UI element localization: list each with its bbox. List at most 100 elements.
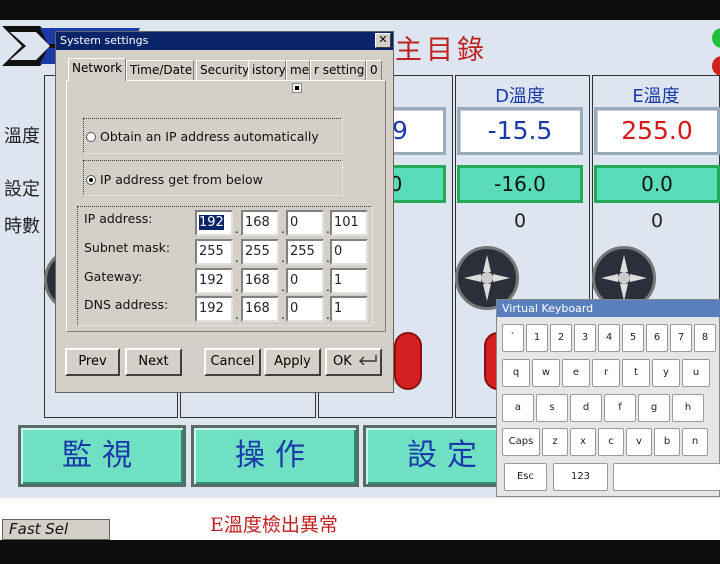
key-space[interactable] <box>613 463 720 491</box>
setpoint-e[interactable]: 0.0 <box>594 165 720 203</box>
ip-dot: . <box>235 251 239 265</box>
dns-octet-2[interactable]: 168 <box>241 296 279 322</box>
key-1[interactable]: 1 <box>526 324 548 352</box>
radio-obtain-auto[interactable]: Obtain an IP address automatically <box>86 129 319 144</box>
key-z[interactable]: z <box>542 428 568 456</box>
dns-octet-4[interactable]: 1 <box>330 296 368 322</box>
close-icon[interactable]: ✕ <box>375 33 391 48</box>
key-t[interactable]: t <box>622 359 650 387</box>
key-d[interactable]: d <box>570 394 602 422</box>
key-5[interactable]: 5 <box>622 324 644 352</box>
key-r[interactable]: r <box>592 359 620 387</box>
prev-button[interactable]: Prev <box>65 348 120 376</box>
dialog-title: System settings <box>56 32 393 50</box>
temperature-value-e: 255.0 <box>594 107 720 155</box>
system-settings-dialog: System settings ✕ Network Time/Date Secu… <box>55 31 394 393</box>
monitor-button[interactable]: 監視 <box>18 425 186 487</box>
tab-history[interactable]: istory <box>248 60 286 80</box>
subnet-octet-2[interactable]: 255 <box>241 239 279 265</box>
tab-network[interactable]: Network <box>68 58 126 81</box>
alarm-message: E溫度檢出異常 <box>210 514 338 536</box>
status-led-red <box>712 56 720 76</box>
row-label-setting: 設定 <box>4 179 40 200</box>
tab-security[interactable]: Security <box>196 60 250 80</box>
next-button[interactable]: Next <box>125 348 182 376</box>
setpoint-d[interactable]: -16.0 <box>457 165 583 203</box>
enter-key-icon <box>358 355 377 366</box>
gateway-octet-1[interactable]: 192 <box>195 268 233 294</box>
subnet-octet-4[interactable]: 0 <box>330 239 368 265</box>
key-a[interactable]: a <box>502 394 534 422</box>
key-7[interactable]: 7 <box>670 324 692 352</box>
fast-select-button[interactable]: Fast Sel <box>2 519 110 540</box>
ip-octet-3[interactable]: 0 <box>286 210 324 236</box>
key-b[interactable]: b <box>654 428 680 456</box>
virtual-keyboard: Virtual Keyboard Esc 123 ` 1 2 3 4 5 6 7 8 q w e r t y… <box>496 299 720 497</box>
hours-value-d: 0 <box>513 210 527 232</box>
key-6[interactable]: 6 <box>646 324 668 352</box>
ip-dot: . <box>281 222 285 236</box>
radio-button-selected-icon <box>86 175 96 185</box>
column-header-d: D溫度 <box>495 86 545 107</box>
subnet-mask-label: Subnet mask: <box>84 240 171 255</box>
ip-dot: . <box>281 280 285 294</box>
gateway-octet-3[interactable]: 0 <box>286 268 324 294</box>
key-caps[interactable]: Caps <box>502 428 540 456</box>
ip-dot: . <box>235 280 239 294</box>
radio-manual-ip[interactable]: IP address get from below <box>86 172 263 187</box>
apply-button[interactable]: Apply <box>264 348 321 376</box>
key-v[interactable]: v <box>626 428 652 456</box>
key-q[interactable]: q <box>502 359 530 387</box>
key-g[interactable]: g <box>638 394 670 422</box>
ip-dot: . <box>235 222 239 236</box>
ip-octet-2[interactable]: 168 <box>241 210 279 236</box>
subnet-octet-1[interactable]: 255 <box>195 239 233 265</box>
ok-button[interactable]: OK <box>325 348 382 376</box>
ip-dot: . <box>235 308 239 322</box>
operate-button[interactable]: 操作 <box>191 425 359 487</box>
key-8[interactable]: 8 <box>694 324 716 352</box>
tab-other[interactable]: 0 <box>366 60 382 80</box>
temperature-value-d: -15.5 <box>457 107 583 155</box>
tab-time-date[interactable]: Time/Date <box>126 60 194 80</box>
key-c[interactable]: c <box>598 428 624 456</box>
key-2[interactable]: 2 <box>550 324 572 352</box>
ip-octet-4[interactable]: 101 <box>330 210 368 236</box>
gateway-octet-4[interactable]: 1 <box>330 268 368 294</box>
page-title: 主目錄 <box>395 35 488 66</box>
ip-address-label: IP address: <box>84 211 153 226</box>
hmi-screen: 主目錄 溫度 設定 時數 度 .9 0 D溫度 -15.5 -16.0 0 E溫… <box>0 0 720 564</box>
key-h[interactable]: h <box>672 394 704 422</box>
cancel-button[interactable]: Cancel <box>204 348 261 376</box>
dns-address-label: DNS address: <box>84 297 169 312</box>
key-123[interactable]: 123 <box>553 463 608 491</box>
gateway-label: Gateway: <box>84 269 143 284</box>
dns-octet-1[interactable]: 192 <box>195 296 233 322</box>
ip-octet-1[interactable]: 192 <box>195 210 233 236</box>
row-label-temperature: 溫度 <box>4 126 40 147</box>
key-u[interactable]: u <box>682 359 710 387</box>
key-n[interactable]: n <box>682 428 708 456</box>
tab-me[interactable]: me <box>286 60 310 80</box>
tab-user-setting[interactable]: r setting <box>310 60 366 80</box>
radio-button-icon <box>86 132 96 142</box>
key-backtick[interactable]: ` <box>502 324 524 352</box>
key-w[interactable]: w <box>532 359 560 387</box>
keyboard-title: Virtual Keyboard <box>497 300 720 317</box>
dns-octet-3[interactable]: 0 <box>286 296 324 322</box>
ip-dot: . <box>281 308 285 322</box>
key-y[interactable]: y <box>652 359 680 387</box>
stop-button-c[interactable] <box>394 332 422 390</box>
key-e[interactable]: e <box>562 359 590 387</box>
key-x[interactable]: x <box>570 428 596 456</box>
key-s[interactable]: s <box>536 394 568 422</box>
gateway-octet-2[interactable]: 168 <box>241 268 279 294</box>
hours-value-e: 0 <box>650 210 664 232</box>
row-label-hours: 時數 <box>4 216 40 237</box>
key-3[interactable]: 3 <box>574 324 596 352</box>
key-esc[interactable]: Esc <box>504 463 547 491</box>
key-4[interactable]: 4 <box>598 324 620 352</box>
subnet-octet-3[interactable]: 255 <box>286 239 324 265</box>
status-led-green <box>712 28 720 48</box>
key-f[interactable]: f <box>604 394 636 422</box>
